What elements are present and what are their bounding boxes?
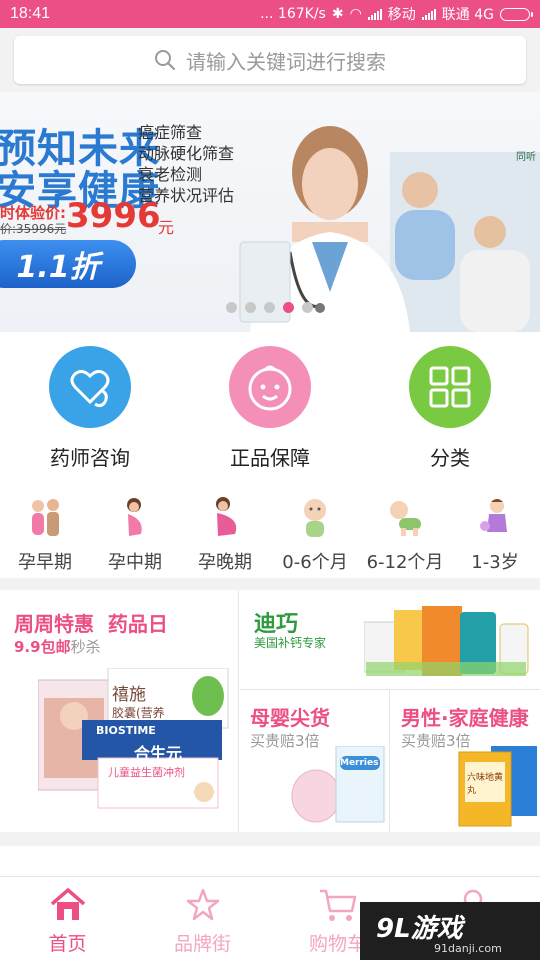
promo-sub-highlight: 9.9包邮 xyxy=(14,638,71,656)
product1-sub: 胶囊(营养 xyxy=(112,706,165,720)
banner-item: 动脉硬化筛查 xyxy=(138,144,235,163)
stethoscope-heart-icon xyxy=(49,346,131,428)
banner-items: 癌症筛查 动脉硬化筛查 衰老检测 营养状况评估 xyxy=(138,122,234,206)
quick-link-consult[interactable]: 药师咨询 xyxy=(0,346,180,471)
tab-label: 首页 xyxy=(48,933,87,955)
promo-sub-rest: 秒杀 xyxy=(70,638,101,656)
tab-brand-street[interactable]: 品牌街 xyxy=(135,885,270,956)
stage-6-12-months[interactable]: 6-12个月 xyxy=(360,496,450,574)
stage-label: 0-6个月 xyxy=(282,552,348,573)
wifi-icon: ◠ xyxy=(349,6,362,22)
banner-item: 衰老检测 xyxy=(138,165,203,184)
product1-name: 禧施 xyxy=(112,685,146,705)
tab-home[interactable]: 首页 xyxy=(0,885,135,956)
product2-sub: 儿童益生菌冲剂 xyxy=(108,766,185,779)
toddler-icon xyxy=(475,496,515,542)
promo-mother-baby[interactable]: 母婴尖货 买贵赔3倍 Merries xyxy=(240,690,390,832)
signal-icon-2 xyxy=(421,8,436,20)
infant-icon xyxy=(295,496,335,542)
status-bar: 18:41 ... 167K/s ✱ ◠ 移动 联通 4G xyxy=(0,0,540,28)
home-icon xyxy=(0,885,135,925)
promo-title: 男性·家庭健康 xyxy=(401,706,529,730)
search-icon xyxy=(155,50,176,71)
quick-link-label: 分类 xyxy=(430,446,470,470)
couple-icon xyxy=(25,496,65,542)
stage-late-pregnancy[interactable]: 孕晚期 xyxy=(180,496,270,574)
stage-label: 6-12个月 xyxy=(366,552,444,573)
stage-label: 孕早期 xyxy=(18,552,72,573)
promo-weekly-deal[interactable]: 周周特惠 药品日 9.9包邮秒杀 禧施 胶囊(营养 BIOSTIME 合生元 儿… xyxy=(0,590,239,832)
battery-icon xyxy=(500,7,533,21)
old-price: 价:35996元 xyxy=(0,222,67,236)
app-root: 18:41 ... 167K/s ✱ ◠ 移动 联通 4G 请输入关键词进行搜索 xyxy=(0,0,540,960)
promo-subtitle: 9.9包邮秒杀 xyxy=(14,636,101,657)
baby-face-icon xyxy=(229,346,311,428)
discount-badge: 1.1折 xyxy=(0,240,136,288)
product-name: 六味地黄丸 xyxy=(467,773,504,796)
network-speed: ... 167K/s xyxy=(260,6,326,22)
grid-icon xyxy=(409,346,491,428)
pregnant-icon xyxy=(115,496,155,542)
carousel-dot[interactable] xyxy=(302,302,313,313)
promo-title: 周周特惠 药品日 xyxy=(14,612,168,636)
tab-label: 品牌街 xyxy=(173,933,231,955)
star-icon xyxy=(135,885,270,925)
product2-brand: BIOSTIME xyxy=(96,724,156,737)
carousel-dots[interactable] xyxy=(226,302,313,313)
banner-item: 癌症筛查 xyxy=(138,123,203,142)
promo-calcium[interactable]: 迪巧 美国补钙专家 xyxy=(240,590,540,690)
quick-links: 药师咨询 正品保障 分类 xyxy=(0,332,540,482)
stage-row: 孕早期 孕中期 孕晚期 0-6个月 6-12个月 1-3岁 xyxy=(0,482,540,578)
stage-1-3-years[interactable]: 1-3岁 xyxy=(450,496,540,574)
watermark-sub: 91danji.com xyxy=(434,942,502,955)
quick-link-category[interactable]: 分类 xyxy=(360,346,540,471)
carrier-1: 移动 xyxy=(387,7,416,23)
promo-banner[interactable]: 预知未来 安享健康 癌症筛查 动脉硬化筛查 衰老检测 营养状况评估 时体验价: … xyxy=(0,92,540,332)
search-input[interactable]: 请输入关键词进行搜索 xyxy=(14,36,526,84)
carousel-dot[interactable] xyxy=(226,302,237,313)
carousel-dot[interactable] xyxy=(283,302,294,313)
crawling-baby-icon xyxy=(385,496,425,542)
price-unit: 元 xyxy=(158,218,175,237)
stage-0-6-months[interactable]: 0-6个月 xyxy=(270,496,360,574)
product-brand: Merries xyxy=(340,758,379,768)
pregnant-late-icon xyxy=(205,496,245,542)
promo-title: 母婴尖货 xyxy=(250,706,330,730)
search-placeholder: 请输入关键词进行搜索 xyxy=(186,49,386,74)
product2-name: 合生元 xyxy=(134,744,183,763)
promo-grid: 周周特惠 药品日 9.9包邮秒杀 禧施 胶囊(营养 BIOSTIME 合生元 儿… xyxy=(0,590,540,832)
promo-men-health[interactable]: 男性·家庭健康 买贵赔3倍 六味地黄丸 xyxy=(391,690,540,832)
status-time: 18:41 xyxy=(10,5,51,22)
quick-link-label: 药师咨询 xyxy=(50,446,130,470)
stage-mid-pregnancy[interactable]: 孕中期 xyxy=(90,496,180,574)
banner-brand: 同听 xyxy=(516,152,536,163)
bluetooth-icon: ✱ xyxy=(331,6,344,22)
stage-label: 1-3岁 xyxy=(471,552,519,573)
carousel-dot[interactable] xyxy=(264,302,275,313)
quick-link-label: 正品保障 xyxy=(230,446,310,470)
stage-label: 孕晚期 xyxy=(198,552,252,573)
watermark-main: 9L游戏 xyxy=(376,914,463,944)
stage-label: 孕中期 xyxy=(108,552,162,573)
search-bar: 请输入关键词进行搜索 xyxy=(0,28,540,92)
brand-sub: 美国补钙专家 xyxy=(254,636,327,650)
site-watermark: 9L游戏 91danji.com xyxy=(360,902,540,960)
status-right: ... 167K/s ✱ ◠ 移动 联通 4G xyxy=(260,4,533,24)
carrier-2: 联通 4G xyxy=(441,7,494,23)
signal-icon xyxy=(367,8,382,20)
price: 3996 xyxy=(66,196,161,236)
quick-link-genuine[interactable]: 正品保障 xyxy=(180,346,360,471)
carousel-dot[interactable] xyxy=(245,302,256,313)
stage-early-pregnancy[interactable]: 孕早期 xyxy=(0,496,90,574)
product-image xyxy=(364,606,529,676)
